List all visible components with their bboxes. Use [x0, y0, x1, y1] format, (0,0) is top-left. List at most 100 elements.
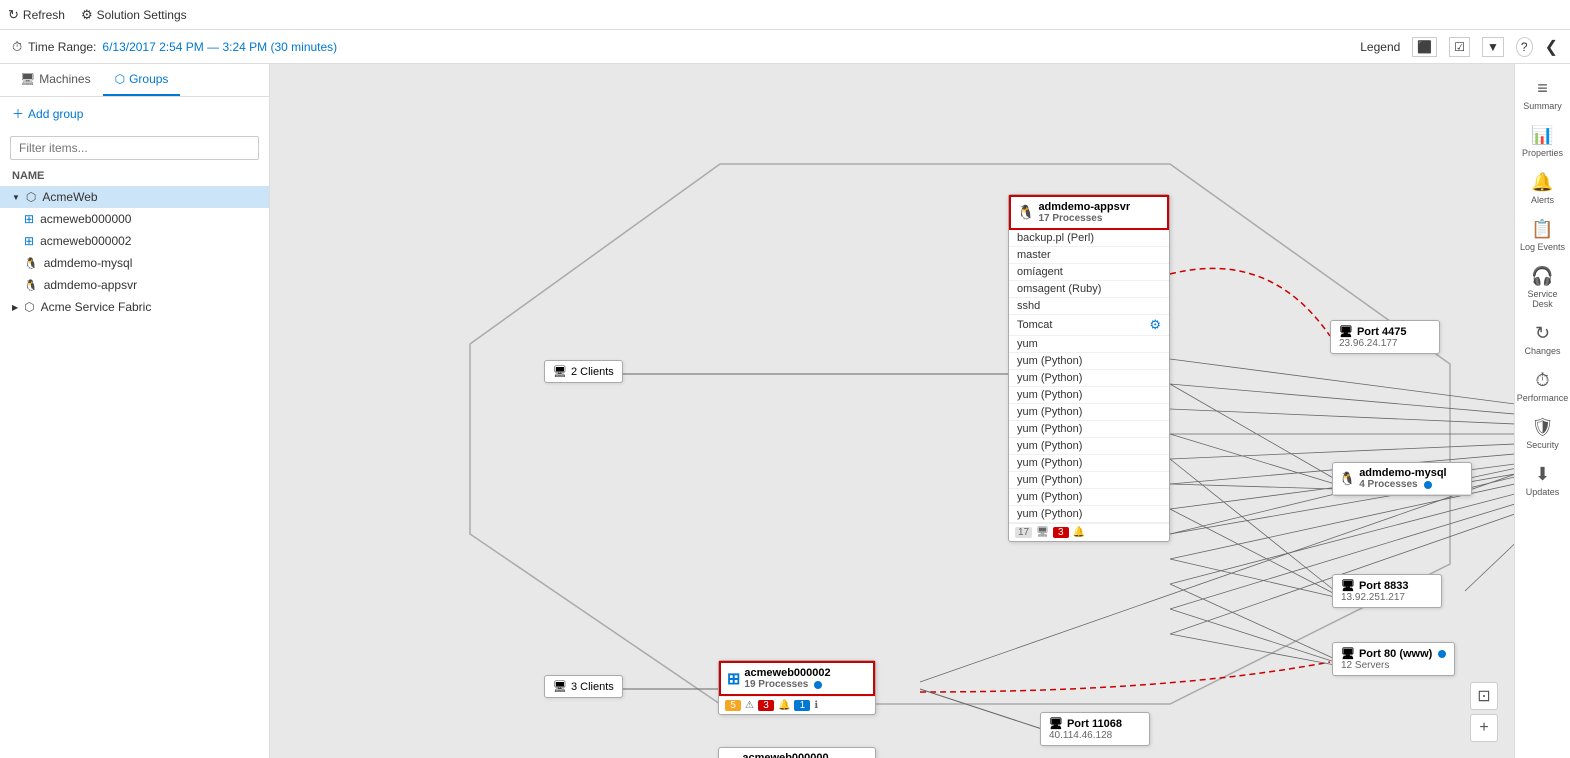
- badge-blue: 1: [794, 700, 810, 711]
- port-11068[interactable]: 🖥 Port 11068 40.114.46.128: [1040, 712, 1150, 746]
- monitor-icon-footer: 🖥: [1036, 527, 1049, 538]
- time-range-label: Time Range:: [28, 40, 96, 54]
- client-icon: 🖥: [553, 365, 567, 378]
- security-icon: 🛡: [1531, 417, 1554, 438]
- legend-button[interactable]: Legend: [1360, 40, 1400, 54]
- col-name: NAME: [0, 166, 269, 186]
- badge-yellow: 5: [725, 700, 741, 711]
- zoom-in-button[interactable]: +: [1470, 714, 1498, 742]
- properties-icon: 📊: [1531, 125, 1553, 146]
- proc-omiagent: omíagent: [1009, 264, 1169, 281]
- tree-item-acmeweb000000[interactable]: ⊞ acmeweb000000: [0, 208, 269, 230]
- refresh-icon: ↻: [8, 7, 19, 23]
- client-box-2[interactable]: 🖥 2 Clients: [544, 360, 623, 383]
- add-icon: ＋: [12, 105, 24, 122]
- collapse-button[interactable]: ⬛: [1412, 37, 1437, 57]
- tree-item-admdemo-mysql[interactable]: 🐧 admdemo-mysql: [0, 252, 269, 274]
- fit-zoom-button[interactable]: ⊡: [1470, 682, 1498, 710]
- sidebar-item-security[interactable]: 🛡 Security: [1515, 411, 1570, 456]
- collapse-panel-button[interactable]: ❮: [1545, 37, 1558, 57]
- sidebar-item-alerts[interactable]: 🔔 Alerts: [1515, 166, 1570, 211]
- group-icon: ⬡: [26, 190, 36, 204]
- timebar: ⏱ Time Range: 6/13/2017 2:54 PM — 3:24 P…: [0, 30, 1570, 64]
- machines-icon: 🖥: [20, 72, 35, 86]
- filter-input[interactable]: [10, 136, 259, 160]
- screen-icon-80: 🖥: [1341, 647, 1355, 660]
- linux-icon: 🐧: [24, 257, 38, 270]
- connections-svg: [270, 64, 1514, 758]
- badge-count: 17: [1015, 527, 1032, 538]
- proc-yum-py4: yum (Python): [1009, 404, 1169, 421]
- tree-item-acmeweb000002[interactable]: ⊞ acmeweb000002: [0, 230, 269, 252]
- acmeweb000000-header: ⊞ acmeweb000000 17 Processes: [719, 748, 875, 758]
- tab-machines[interactable]: 🖥 Machines: [8, 64, 103, 96]
- groups-icon: ⬡: [115, 72, 125, 86]
- appsvr-node[interactable]: 🐧 admdemo-appsvr 17 Processes backup.pl …: [1008, 194, 1170, 542]
- client-icon-2: 🖥: [553, 680, 567, 693]
- port-4475[interactable]: 🖥 Port 4475 23.96.24.177: [1330, 320, 1440, 354]
- solution-settings-button[interactable]: ⚙ Solution Settings: [81, 7, 187, 23]
- mysql-node[interactable]: 🐧 admdemo-mysql 4 Processes: [1332, 462, 1472, 496]
- sidebar-item-changes[interactable]: ↻ Changes: [1515, 317, 1570, 362]
- sidebar-item-summary[interactable]: ≡ Summary: [1515, 72, 1570, 117]
- port-8833[interactable]: 🖥 Port 8833 13.92.251.217: [1332, 574, 1442, 608]
- clock-icon: ⏱: [12, 39, 22, 55]
- proc-yum-py1: yum (Python): [1009, 353, 1169, 370]
- screen-icon-11068: 🖥: [1049, 717, 1063, 730]
- sidebar-item-updates[interactable]: ⬇ Updates: [1515, 458, 1570, 503]
- proc-master: master: [1009, 247, 1169, 264]
- filter-button[interactable]: ▼: [1482, 37, 1504, 57]
- summary-icon: ≡: [1537, 78, 1548, 99]
- service-desk-icon: 🎧: [1531, 266, 1553, 287]
- sidebar-item-performance[interactable]: ⏱ Performance: [1515, 364, 1570, 409]
- sidebar-item-service-desk[interactable]: 🎧 Service Desk: [1515, 260, 1570, 315]
- proc-yum-py8: yum (Python): [1009, 472, 1169, 489]
- blue-dot-80: [1438, 650, 1446, 658]
- appsvr-footer: 17 🖥 3 🔔: [1009, 523, 1169, 541]
- mysql-header: 🐧 admdemo-mysql 4 Processes: [1333, 463, 1471, 495]
- help-button[interactable]: ?: [1516, 37, 1533, 57]
- client-box-3a[interactable]: 🖥 3 Clients: [544, 675, 623, 698]
- windows-icon-node: ⊞: [727, 669, 740, 689]
- performance-icon: ⏱: [1535, 370, 1549, 391]
- proc-yum-py10: yum (Python): [1009, 506, 1169, 523]
- changes-icon: ↻: [1535, 323, 1550, 344]
- tree-item-acmeweb[interactable]: ▼ ⬡ AcmeWeb: [0, 186, 269, 208]
- sidebar-item-log-events[interactable]: 📋 Log Events: [1515, 213, 1570, 258]
- badge-red: 3: [1053, 527, 1069, 538]
- screen-icon-8833: 🖥: [1341, 579, 1355, 592]
- proc-tomcat: Tomcat ⚙: [1009, 315, 1169, 336]
- windows-icon: ⊞: [24, 212, 34, 226]
- linux-icon-2: 🐧: [24, 279, 38, 292]
- acmeweb000002-footer: 5 ⚠ 3 🔔 1 ℹ: [719, 696, 875, 714]
- solution-settings-label: Solution Settings: [97, 8, 187, 22]
- main-layout: 🖥 Machines ⬡ Groups ＋ Add group NAME ▼ ⬡…: [0, 64, 1570, 758]
- refresh-button[interactable]: ↻ Refresh: [8, 7, 65, 23]
- alerts-icon: 🔔: [1531, 172, 1553, 193]
- left-sidebar: 🖥 Machines ⬡ Groups ＋ Add group NAME ▼ ⬡…: [0, 64, 270, 758]
- check-button[interactable]: ☑: [1449, 37, 1470, 57]
- tree-item-admdemo-appsvr[interactable]: 🐧 admdemo-appsvr: [0, 274, 269, 296]
- tab-groups[interactable]: ⬡ Groups: [103, 64, 181, 96]
- blue-dot-mysql: [1424, 481, 1432, 489]
- proc-sshd: sshd: [1009, 298, 1169, 315]
- acmeweb000000-node[interactable]: ⊞ acmeweb000000 17 Processes: [718, 747, 876, 758]
- time-range-value[interactable]: 6/13/2017 2:54 PM — 3:24 PM (30 minutes): [102, 40, 337, 54]
- time-range: ⏱ Time Range: 6/13/2017 2:54 PM — 3:24 P…: [12, 39, 337, 55]
- acmeweb000002-header: ⊞ acmeweb000002 19 Processes: [719, 661, 875, 696]
- windows-icon-2: ⊞: [24, 234, 34, 248]
- linux-icon-mysql: 🐧: [1339, 471, 1355, 487]
- right-sidebar: ≡ Summary 📊 Properties 🔔 Alerts 📋 Log Ev…: [1514, 64, 1570, 758]
- sidebar-item-properties[interactable]: 📊 Properties: [1515, 119, 1570, 164]
- proc-yum-py9: yum (Python): [1009, 489, 1169, 506]
- badge-red-2: 3: [758, 700, 774, 711]
- port-80[interactable]: 🖥 Port 80 (www) 12 Servers: [1332, 642, 1455, 676]
- blue-dot: [814, 681, 822, 689]
- acmeweb000002-node[interactable]: ⊞ acmeweb000002 19 Processes 5 ⚠ 3 🔔 1 ℹ: [718, 660, 876, 715]
- tree-item-acme-service-fabric[interactable]: ▶ ⬡ Acme Service Fabric: [0, 296, 269, 318]
- proc-yum-py5: yum (Python): [1009, 421, 1169, 438]
- chevron-down-icon: ▼: [12, 193, 20, 202]
- add-group-button[interactable]: ＋ Add group: [0, 97, 269, 130]
- refresh-label: Refresh: [23, 8, 65, 22]
- proc-yum-py7: yum (Python): [1009, 455, 1169, 472]
